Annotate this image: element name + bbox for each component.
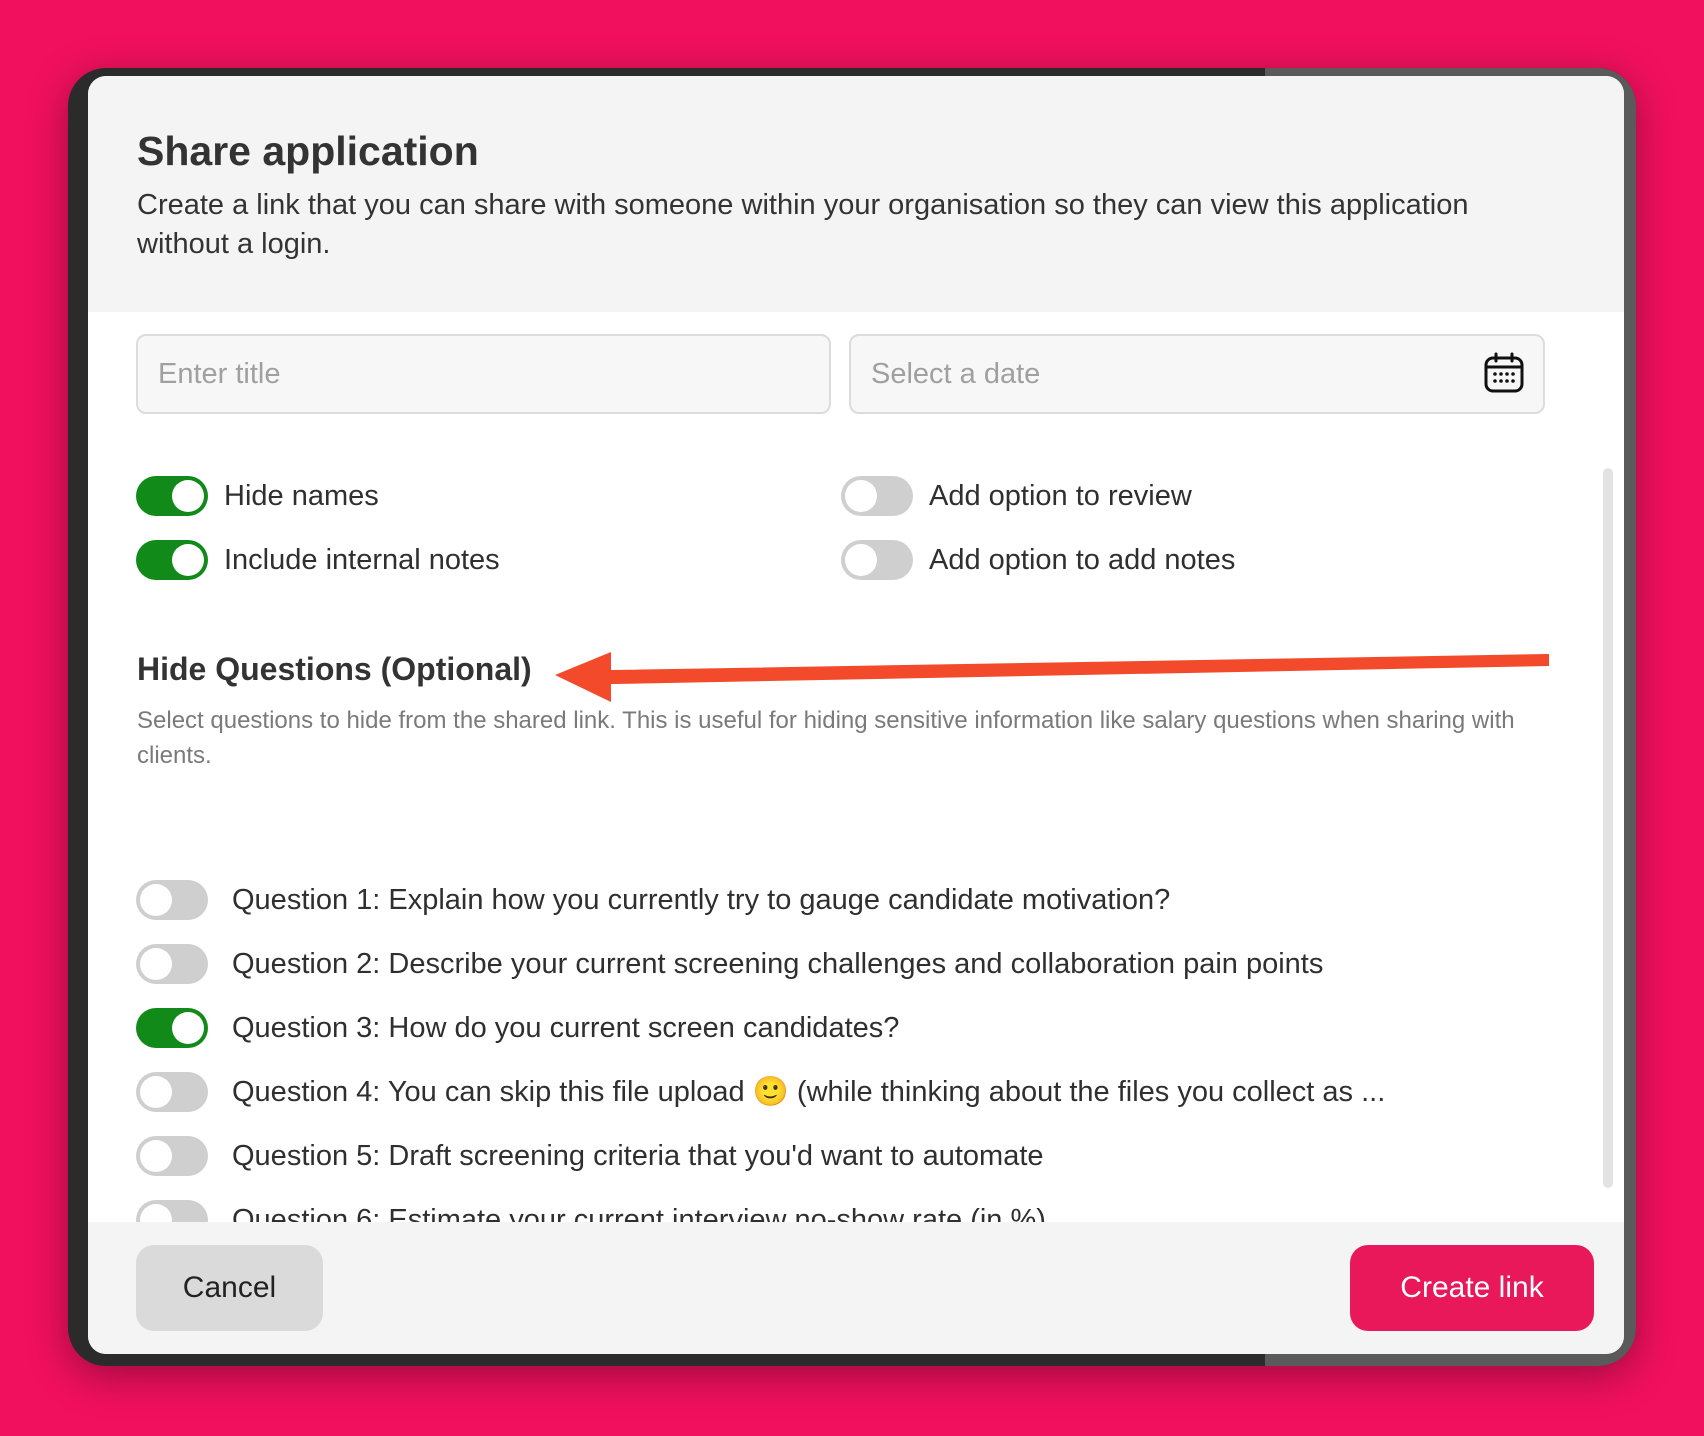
toggle-knob [140,884,172,916]
option-label: Hide names [224,479,379,512]
question-label: Question 3: How do you current screen ca… [232,1011,900,1044]
toggle-knob [140,948,172,980]
dialog-header: Share application Create a link that you… [88,76,1624,312]
question-toggle[interactable] [136,1072,208,1112]
hide-names-toggle[interactable] [136,476,208,516]
question-toggle[interactable] [136,1136,208,1176]
toggle-knob [172,1012,204,1044]
question-label: Question 5: Draft screening criteria tha… [232,1139,1044,1172]
include-internal-notes-toggle[interactable] [136,540,208,580]
title-input[interactable] [136,334,831,414]
question-label: Question 4: You can skip this file uploa… [232,1076,1386,1108]
date-field[interactable] [849,334,1545,414]
option-row[interactable]: Add option to review [841,476,1192,516]
arrow-annotation [555,652,1549,702]
toggle-knob [140,1140,172,1172]
option-row[interactable]: Add option to add notes [841,540,1235,580]
question-row[interactable]: Question 5: Draft screening criteria tha… [136,1136,1044,1176]
create-link-button[interactable]: Create link [1350,1245,1594,1331]
calendar-icon[interactable] [1483,352,1525,394]
toggle-knob [172,480,204,512]
question-toggle[interactable] [136,1008,208,1048]
add-option-to-add-notes-toggle[interactable] [841,540,913,580]
toggle-knob [845,544,877,576]
hide-questions-title: Hide Questions (Optional) [137,651,532,687]
arrow-shape [555,652,1549,702]
question-toggle[interactable] [136,944,208,984]
hide-questions-description: Select questions to hide from the shared… [137,707,1515,769]
question-row[interactable]: Question 3: How do you current screen ca… [136,1008,899,1048]
question-toggle[interactable] [136,880,208,920]
cancel-button[interactable]: Cancel [136,1245,323,1331]
option-label: Include internal notes [224,543,500,576]
option-row[interactable]: Include internal notes [136,540,500,580]
toggle-knob [845,480,877,512]
toggle-knob [140,1076,172,1108]
date-input[interactable] [849,334,1545,414]
scrollbar[interactable] [1603,468,1613,1188]
question-row[interactable]: Question 1: Explain how you currently tr… [136,880,1170,920]
question-label: Question 1: Explain how you currently tr… [232,883,1171,916]
add-option-to-review-toggle[interactable] [841,476,913,516]
option-label: Add option to add notes [929,543,1236,576]
option-row[interactable]: Hide names [136,476,379,516]
question-label: Question 2: Describe your current screen… [232,947,1324,980]
question-row[interactable]: Question 2: Describe your current screen… [136,944,1323,984]
option-label: Add option to review [929,479,1192,512]
toggle-knob [172,544,204,576]
share-application-dialog: Share application Create a link that you… [88,76,1624,1354]
question-row[interactable]: Question 4: You can skip this file uploa… [136,1072,1385,1112]
dialog-subtitle: Create a link that you can share with so… [137,189,1469,260]
dialog-title: Share application [137,128,479,174]
